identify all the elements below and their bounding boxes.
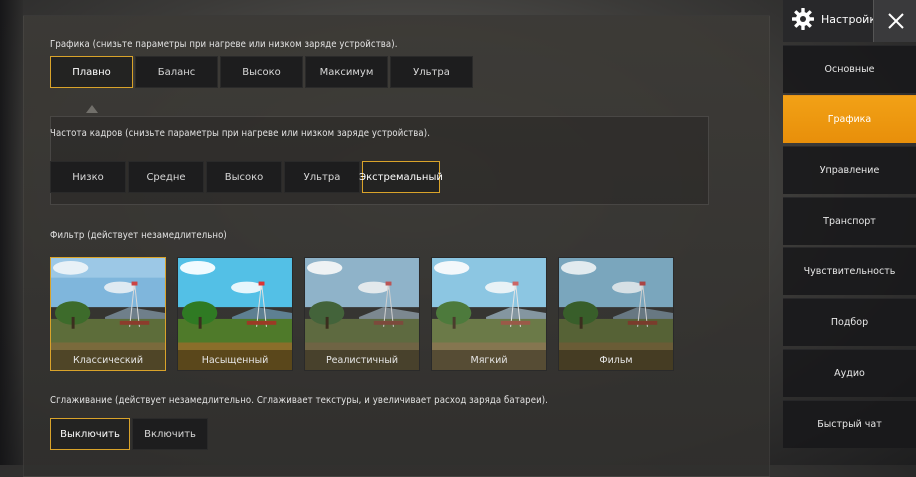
- fps-option-high[interactable]: Высоко: [206, 161, 282, 193]
- sidebar-item-audio[interactable]: Аудио: [783, 349, 916, 397]
- antialiasing-option-off[interactable]: Выключить: [50, 418, 130, 450]
- sidebar-item-controls[interactable]: Управление: [783, 146, 916, 194]
- fps-option-ultra[interactable]: Ультра: [284, 161, 360, 193]
- close-button[interactable]: [873, 0, 916, 42]
- filter-label: Фильтр (действует незамедлительно): [50, 230, 227, 241]
- sidebar-item-vehicles[interactable]: Транспорт: [783, 197, 916, 245]
- graphics-option-high[interactable]: Высоко: [220, 56, 303, 88]
- sidebar-item-pickup[interactable]: Подбор: [783, 298, 916, 346]
- fps-option-medium[interactable]: Средне: [128, 161, 204, 193]
- graphics-label: Графика (снизьте параметры при нагреве и…: [50, 39, 398, 50]
- filter-option-realistic[interactable]: Реалистичный: [304, 257, 420, 371]
- filter-options: Классический Насыщенный Реалистичный Мяг…: [50, 257, 674, 371]
- fps-options: Низко Средне Высоко Ультра Экстремальный: [50, 161, 443, 193]
- antialiasing-option-on[interactable]: Включить: [132, 418, 208, 450]
- graphics-option-smooth[interactable]: Плавно: [50, 56, 133, 88]
- graphics-option-max[interactable]: Максимум: [305, 56, 388, 88]
- filter-option-saturated[interactable]: Насыщенный: [177, 257, 293, 371]
- sidebar-item-basic[interactable]: Основные: [783, 45, 916, 93]
- filter-option-label: Реалистичный: [305, 350, 419, 370]
- filter-option-label: Фильм: [559, 350, 673, 370]
- filter-option-film[interactable]: Фильм: [558, 257, 674, 371]
- settings-title: Настройки: [791, 7, 883, 31]
- close-icon: [887, 13, 904, 29]
- sidebar-item-graphics[interactable]: Графика: [783, 95, 916, 143]
- antialiasing-options: Выключить Включить: [50, 418, 208, 450]
- graphics-options: Плавно Баланс Высоко Максимум Ультра: [50, 56, 473, 88]
- dropdown-caret-icon: [86, 105, 98, 113]
- filter-option-soft[interactable]: Мягкий: [431, 257, 547, 371]
- sidebar-header: Настройки: [783, 0, 916, 42]
- filter-option-classic[interactable]: Классический: [50, 257, 166, 371]
- antialiasing-label: Сглаживание (действует незамедлительно. …: [50, 395, 548, 406]
- graphics-option-balanced[interactable]: Баланс: [135, 56, 218, 88]
- filter-option-label: Насыщенный: [178, 350, 292, 370]
- background-edge: [0, 0, 23, 465]
- sidebar-item-sensitivity[interactable]: Чувствительность: [783, 247, 916, 295]
- sidebar-item-quick-chat[interactable]: Быстрый чат: [783, 400, 916, 448]
- fps-label: Частота кадров (снизьте параметры при на…: [50, 128, 431, 139]
- filter-option-label: Мягкий: [432, 350, 546, 370]
- fps-option-extreme[interactable]: Экстремальный: [359, 161, 443, 193]
- fps-option-low[interactable]: Низко: [50, 161, 126, 193]
- gear-icon: [792, 8, 814, 30]
- settings-panel: Графика (снизьте параметры при нагреве и…: [23, 15, 770, 477]
- filter-option-label: Классический: [51, 350, 165, 370]
- graphics-option-ultra[interactable]: Ультра: [390, 56, 473, 88]
- settings-sidebar: Настройки Основные Графика Управление Тр…: [783, 0, 916, 465]
